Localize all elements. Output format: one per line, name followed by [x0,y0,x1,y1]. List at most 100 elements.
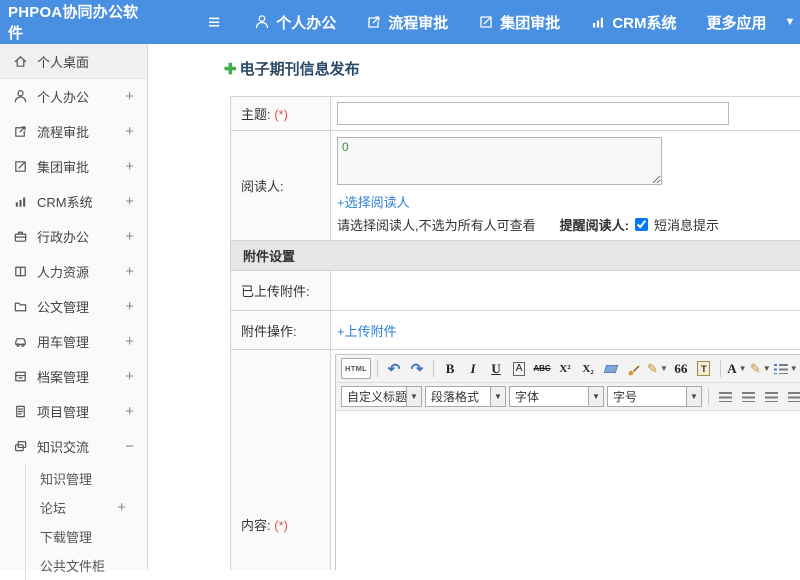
topnav-crm-system[interactable]: CRM系统 [590,12,676,33]
align-left-button[interactable] [715,386,735,407]
sidebar-item-crm-system[interactable]: CRM系统 + [0,184,147,219]
custom-heading-select[interactable]: 自定义标题▼ [341,386,422,407]
expand-icon[interactable]: + [125,228,134,245]
expand-icon[interactable]: + [125,263,134,280]
expand-icon[interactable]: + [117,499,135,516]
sidebar-item-label: 用车管理 [37,332,89,351]
topnav-group-approval[interactable]: 集团审批 [478,12,560,33]
sidebar-item-label: 知识交流 [37,437,89,456]
font-frame-button[interactable]: A [513,362,526,376]
sidebar-subitem-forum[interactable]: 论坛 + [26,493,147,522]
topnav-label: 个人办公 [276,12,336,33]
font-size-select[interactable]: 字号▼ [607,386,702,407]
subscript-button[interactable]: X₂ [578,358,598,379]
redo-button[interactable]: ↷ [407,358,427,379]
readers-note-row: 请选择阅读人,不选为所有人可查看 提醒阅读人: 短消息提示 [337,215,800,240]
uploaded-attachments-row: 已上传附件: [231,271,800,311]
edit-square-icon [478,14,494,30]
sidebar-item-personal-office[interactable]: 个人办公 + [0,79,147,114]
publish-form: 主题: (*) 阅读人: 0 +选择阅读人 请选择阅读人,不选为所有人可查看 提… [230,96,800,570]
topnav-workflow-approval[interactable]: 流程审批 [366,12,448,33]
remove-format-button[interactable] [601,358,621,379]
expand-icon[interactable]: + [125,193,134,210]
chevron-down-icon: ▼ [739,364,747,373]
sidebar-subitem-label: 下载管理 [40,527,92,546]
align-right-button[interactable] [761,386,781,407]
eraser-icon [604,365,619,373]
sidebar-subitem-public-file-cabinet[interactable]: 公共文件柜 [26,551,147,580]
expand-icon[interactable]: + [125,368,134,385]
subject-row: 主题: (*) [231,97,800,131]
sidebar-item-knowledge-exchange[interactable]: 知识交流 − [0,429,147,464]
expand-icon[interactable]: + [125,298,134,315]
chevron-down-icon[interactable]: ▼ [785,16,796,28]
project-doc-icon [13,404,37,419]
expand-icon[interactable]: + [125,403,134,420]
sidebar-item-archive-management[interactable]: 档案管理 + [0,359,147,394]
expand-icon[interactable]: + [125,88,134,105]
editor-toolbar-row-2: 自定义标题▼ 段落格式▼ 字体▼ 字号▼ [336,383,800,411]
content-label-cell: 内容: (*) [231,350,331,571]
readers-textarea[interactable]: 0 [337,137,662,185]
sidebar-item-personal-desktop[interactable]: 个人桌面 [0,44,147,79]
justify-button[interactable] [784,386,800,407]
sidebar-item-vehicle-management[interactable]: 用车管理 + [0,324,147,359]
page-title-text: 电子期刊信息发布 [240,58,360,79]
sms-remind-checkbox[interactable] [635,218,648,231]
subject-label: 主题: [241,107,271,122]
underline-button[interactable]: U [486,358,506,379]
top-bar: PHPOA协同办公软件 ≡ 个人办公 流程审批 集团审批 CRM系统 [0,0,800,44]
sidebar-item-label: 人力资源 [37,262,89,281]
format-brush-button[interactable] [624,358,644,379]
italic-button[interactable]: I [463,358,483,379]
paste-as-text-button[interactable]: T [694,358,714,379]
topnav-personal-office[interactable]: 个人办公 [254,12,336,33]
expand-icon[interactable]: + [125,333,134,350]
sidebar-item-label: 档案管理 [37,367,89,386]
chevron-down-icon: ▼ [490,387,505,406]
person-icon [13,89,37,104]
blockquote-button[interactable]: 66 [671,358,691,379]
font-color-dropdown[interactable]: A▼ [727,358,747,379]
list-lines-icon [779,364,788,374]
paragraph-format-select[interactable]: 段落格式▼ [425,386,506,407]
sidebar-item-workflow-approval[interactable]: 流程审批 + [0,114,147,149]
app-logo[interactable]: PHPOA协同办公软件 [0,1,150,43]
editor-content-area[interactable] [336,411,800,570]
sms-remind-label: 短消息提示 [654,215,719,234]
sidebar-subitem-knowledge-management[interactable]: 知识管理 [26,464,147,493]
justify-icon [788,392,800,402]
folder-icon [13,299,37,314]
expand-icon[interactable]: + [125,123,134,140]
undo-button[interactable]: ↶ [384,358,404,379]
readers-value-cell: 0 +选择阅读人 请选择阅读人,不选为所有人可查看 提醒阅读人: 短消息提示 [331,131,800,241]
auto-format-dropdown[interactable]: ✎▼ [647,358,668,379]
sidebar-item-human-resources[interactable]: 人力资源 + [0,254,147,289]
hamburger-menu-icon[interactable]: ≡ [208,12,220,33]
select-readers-link[interactable]: +选择阅读人 [337,192,410,211]
uploaded-attachments-value [331,271,800,311]
content-label: 内容: [241,518,271,533]
html-source-button[interactable]: HTML [341,358,371,379]
sidebar-item-group-approval[interactable]: 集团审批 + [0,149,147,184]
select-value: 字号 [608,388,686,405]
font-family-select[interactable]: 字体▼ [509,386,604,407]
strikethrough-button[interactable]: ABC [532,358,552,379]
sidebar-item-project-management[interactable]: 项目管理 + [0,394,147,429]
subject-input[interactable] [337,102,729,125]
expand-icon[interactable]: + [125,158,134,175]
collapse-icon[interactable]: − [125,438,134,455]
superscript-button[interactable]: X² [555,358,575,379]
clipboard-text-icon: T [697,361,710,376]
align-center-button[interactable] [738,386,758,407]
sidebar-item-document-management[interactable]: 公文管理 + [0,289,147,324]
readers-row: 阅读人: 0 +选择阅读人 请选择阅读人,不选为所有人可查看 提醒阅读人: 短消… [231,131,800,241]
sidebar-subitem-download-management[interactable]: 下载管理 [26,522,147,551]
bold-button[interactable]: B [440,358,460,379]
sidebar-item-admin-office[interactable]: 行政办公 + [0,219,147,254]
upload-attachment-link[interactable]: +上传附件 [337,324,397,339]
uploaded-attachments-label: 已上传附件: [241,284,310,299]
topnav-more-apps[interactable]: 更多应用 [706,12,766,33]
ordered-list-dropdown[interactable]: ▼ [774,358,798,379]
highlight-color-dropdown[interactable]: ✎▼ [750,358,771,379]
